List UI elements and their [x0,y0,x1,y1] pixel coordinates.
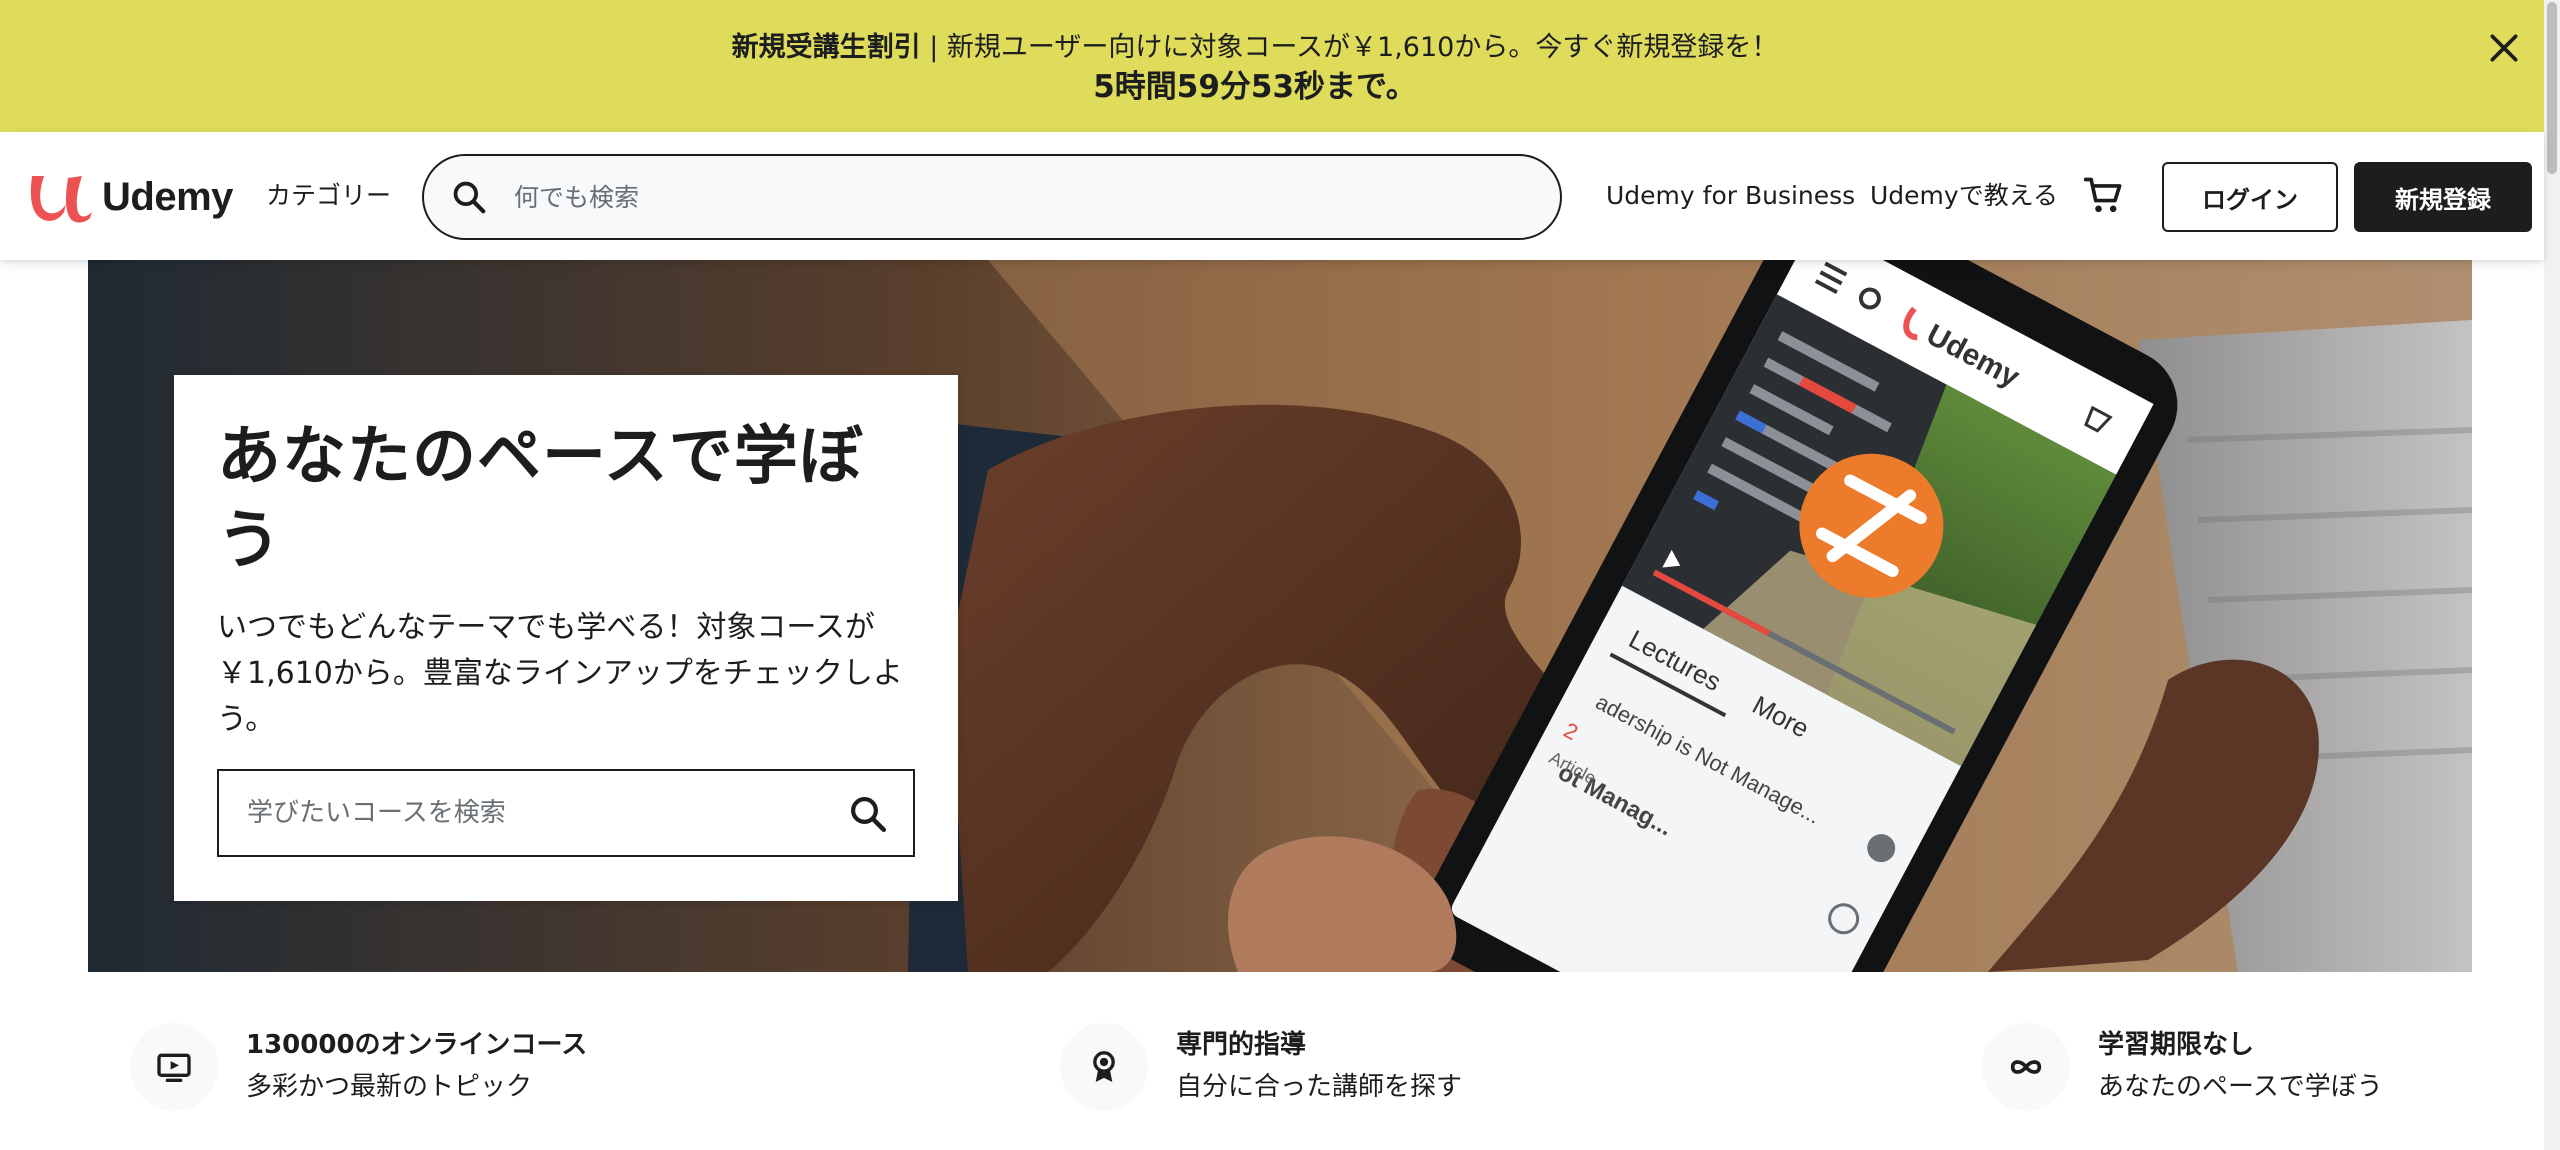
feature-subtitle: 多彩かつ最新のトピック [246,1072,533,1102]
infinity-icon [1982,1023,2070,1111]
header-search-bar[interactable] [422,154,1562,240]
hero-card: あなたのペースで学ぼう いつでもどんなテーマでも学べる！対象コースが￥1,610… [174,375,958,901]
udemy-logo-icon [30,176,92,223]
logo-text: Udemy [102,174,233,219]
udemy-logo[interactable]: Udemy [26,168,233,226]
promo-message: 新規ユーザー向けに対象コースが￥1,610から。今すぐ新規登録を！ [946,32,1779,63]
feature-expert-instruction: 専門的指導 自分に合った講師を探す [1060,1022,1462,1112]
tv-play-icon [130,1023,218,1111]
hero-banner: Udemy Lectures More adership is Not Mana… [88,260,2472,972]
promo-message-line: 新規受講生割引 | 新規ユーザー向けに対象コースが￥1,610から。今すぐ新規登… [0,28,2510,68]
hero-search-bar[interactable] [217,769,915,857]
feature-title: 130000のオンラインコース [246,1030,588,1060]
site-header: Udemy カテゴリー Udemy for Business Udemyで教える… [0,132,2544,260]
nav-teach-on-udemy[interactable]: Udemyで教える [1870,176,2058,216]
feature-text: 130000のオンラインコース 多彩かつ最新のトピック [246,1025,587,1109]
promo-bold-label: 新規受講生割引 [731,32,921,63]
feature-text: 学習期限なし あなたのペースで学ぼう [2098,1025,2383,1109]
feature-online-courses: 130000のオンラインコース 多彩かつ最新のトピック [130,1022,587,1112]
feature-title: 専門的指導 [1176,1030,1307,1060]
promo-countdown: 5時間59分53秒まで。 [1093,69,1417,105]
feature-text: 専門的指導 自分に合った講師を探す [1176,1025,1462,1109]
search-icon[interactable] [450,178,488,216]
cart-icon[interactable] [2082,174,2126,218]
feature-title: 学習期限なし [2098,1030,2255,1060]
close-icon[interactable] [2484,28,2524,68]
promo-separator: | [920,32,947,63]
award-ribbon-icon [1060,1023,1148,1111]
nav-categories[interactable]: カテゴリー [266,176,391,216]
hero-title: あなたのペースで学ぼう [217,420,864,578]
nav-udemy-for-business[interactable]: Udemy for Business [1606,176,1855,216]
search-icon[interactable] [847,793,889,835]
page-scrollbar[interactable] [2544,0,2560,1150]
scrollbar-thumb[interactable] [2547,2,2557,174]
promo-banner: 新規受講生割引 | 新規ユーザー向けに対象コースが￥1,610から。今すぐ新規登… [0,0,2560,132]
feature-subtitle: あなたのペースで学ぼう [2098,1072,2383,1102]
feature-subtitle: 自分に合った講師を探す [1176,1072,1463,1102]
signup-button[interactable]: 新規登録 [2354,162,2532,232]
hero-search-input[interactable] [247,798,827,828]
header-search-input[interactable] [514,182,1514,212]
feature-lifetime-access: 学習期限なし あなたのペースで学ぼう [1982,1022,2383,1112]
hero-description: いつでもどんなテーマでも学べる！対象コースが￥1,610から。豊富なラインアップ… [217,610,903,737]
login-button[interactable]: ログイン [2162,162,2338,232]
